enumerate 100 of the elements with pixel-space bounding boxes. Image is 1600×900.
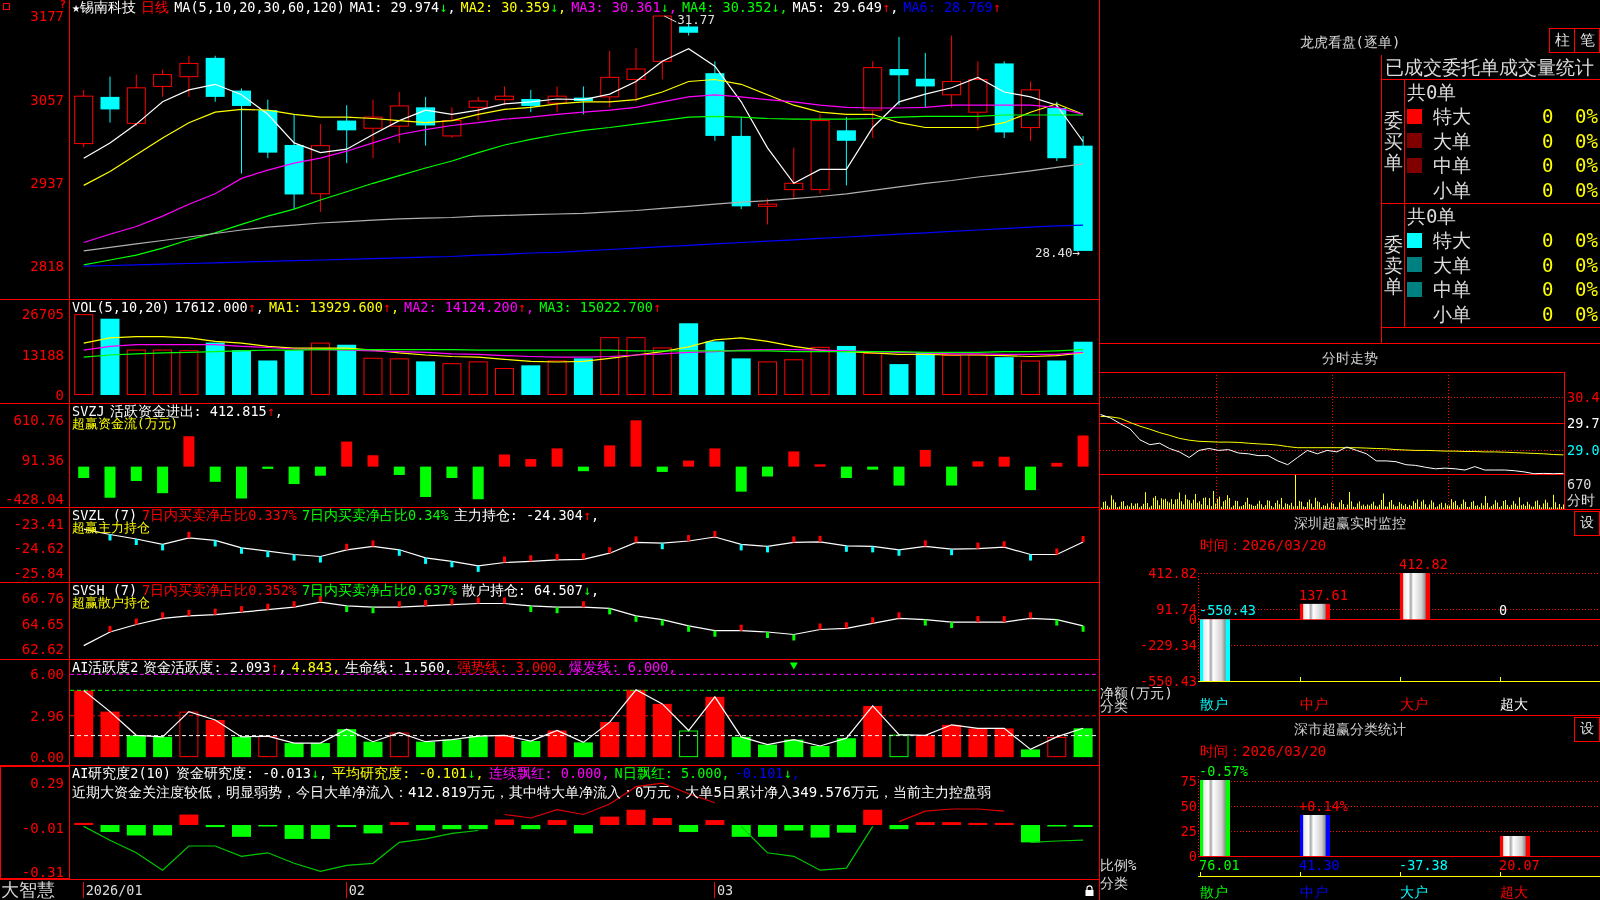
bar <box>205 342 225 395</box>
bar <box>1021 825 1040 843</box>
bar <box>863 809 883 825</box>
point-marker <box>1055 619 1059 626</box>
category-label: 中户 <box>1300 884 1328 900</box>
bar <box>600 816 620 825</box>
bar <box>573 358 593 395</box>
point-marker <box>240 606 243 613</box>
axis-label: 6.00 <box>30 667 64 682</box>
candlestick <box>573 85 593 115</box>
candlestick <box>389 91 409 144</box>
header-label: -0.101↓, <box>734 766 800 780</box>
axis-label: 26705 <box>21 307 64 322</box>
panel-title: 深圳超赢实时监控 <box>1294 515 1406 531</box>
point-marker <box>950 549 954 556</box>
settings-button[interactable]: 设 <box>1574 510 1600 536</box>
axis-label: 2818 <box>30 259 64 274</box>
settings-button[interactable]: 设 <box>1574 716 1600 742</box>
point-marker <box>345 543 349 550</box>
axis-label: 0.00 <box>30 750 64 765</box>
view-toggle-button[interactable]: 柱 <box>1549 28 1575 53</box>
point-marker <box>1081 536 1085 542</box>
bar <box>74 822 94 825</box>
candlestick <box>100 76 120 124</box>
bar <box>679 323 699 395</box>
point-marker <box>476 597 480 604</box>
point-marker <box>950 622 954 629</box>
point-marker <box>844 545 848 552</box>
header-label: 资金研究度: -0.013↓, <box>175 766 328 780</box>
bar <box>525 459 537 467</box>
bar <box>915 352 935 395</box>
point-marker <box>187 531 191 538</box>
bar <box>863 705 883 758</box>
bar <box>446 466 458 478</box>
bar <box>495 368 514 395</box>
view-toggle-button[interactable]: 笔 <box>1575 28 1600 53</box>
bar <box>652 817 672 825</box>
lock-icon <box>1085 884 1094 896</box>
panel-title: 深市超赢分类统计 <box>1294 721 1406 737</box>
header-label: MA6: 28.769↑ <box>903 0 1001 14</box>
order-share: 0% <box>1575 278 1598 301</box>
bar <box>288 466 300 485</box>
bar <box>784 739 804 758</box>
bar <box>893 466 905 486</box>
bar <box>232 350 251 395</box>
header-label: 散户持仓: 64.507↓, <box>461 583 600 597</box>
bar <box>814 464 826 467</box>
axis-label: 0.29 <box>30 775 64 790</box>
bar <box>994 357 1014 395</box>
category-label: 大户 <box>1400 696 1428 712</box>
bar <box>1025 466 1036 491</box>
bar <box>867 466 879 470</box>
axis-label: 29.7 <box>1567 416 1600 431</box>
candlestick <box>1047 101 1067 162</box>
bar <box>972 461 984 467</box>
bar <box>389 358 409 395</box>
bar <box>604 445 616 467</box>
candlestick <box>258 99 278 159</box>
point-marker <box>397 549 401 556</box>
point-marker <box>108 625 112 632</box>
bar <box>126 825 146 836</box>
bar <box>547 360 567 395</box>
table-title: 已成交委托单成交量统计 <box>1385 56 1594 78</box>
bar <box>363 357 383 395</box>
bar <box>810 825 830 838</box>
axis-label: 66.76 <box>21 590 64 605</box>
point-marker <box>345 605 349 612</box>
bar <box>679 730 699 758</box>
bar <box>284 743 304 758</box>
axis-label: 0 <box>55 387 64 402</box>
point-marker <box>976 542 980 549</box>
order-size-label: 特大 <box>1433 105 1471 128</box>
bar <box>758 361 777 395</box>
point-marker <box>976 616 980 623</box>
axis-label: 91.74 <box>1156 603 1197 615</box>
bar <box>495 819 514 825</box>
bar <box>889 734 909 758</box>
candlestick <box>652 15 672 80</box>
bar <box>1021 749 1040 758</box>
point-marker <box>739 624 743 631</box>
bar <box>416 825 436 831</box>
order-count: 0 <box>1542 154 1554 177</box>
candlestick <box>600 50 620 108</box>
bar <box>630 420 642 467</box>
bar <box>968 822 988 825</box>
header-label: 7日内买卖净占比0.352% <box>142 583 297 597</box>
bar <box>1200 619 1230 681</box>
bar <box>416 741 436 758</box>
axis-label: -229.34 <box>1140 639 1197 651</box>
order-count: 0 <box>1542 303 1554 326</box>
brand-label: 大智慧 <box>1 880 55 900</box>
bar <box>393 466 405 475</box>
bar <box>258 736 278 758</box>
category-label: 中户 <box>1300 696 1328 712</box>
point-marker <box>713 531 717 538</box>
order-size-label: 中单 <box>1433 154 1471 177</box>
point-marker <box>318 556 322 563</box>
header-label: VOL(5,10,20) <box>72 300 170 314</box>
candlestick <box>468 96 488 122</box>
point-marker <box>318 596 322 603</box>
